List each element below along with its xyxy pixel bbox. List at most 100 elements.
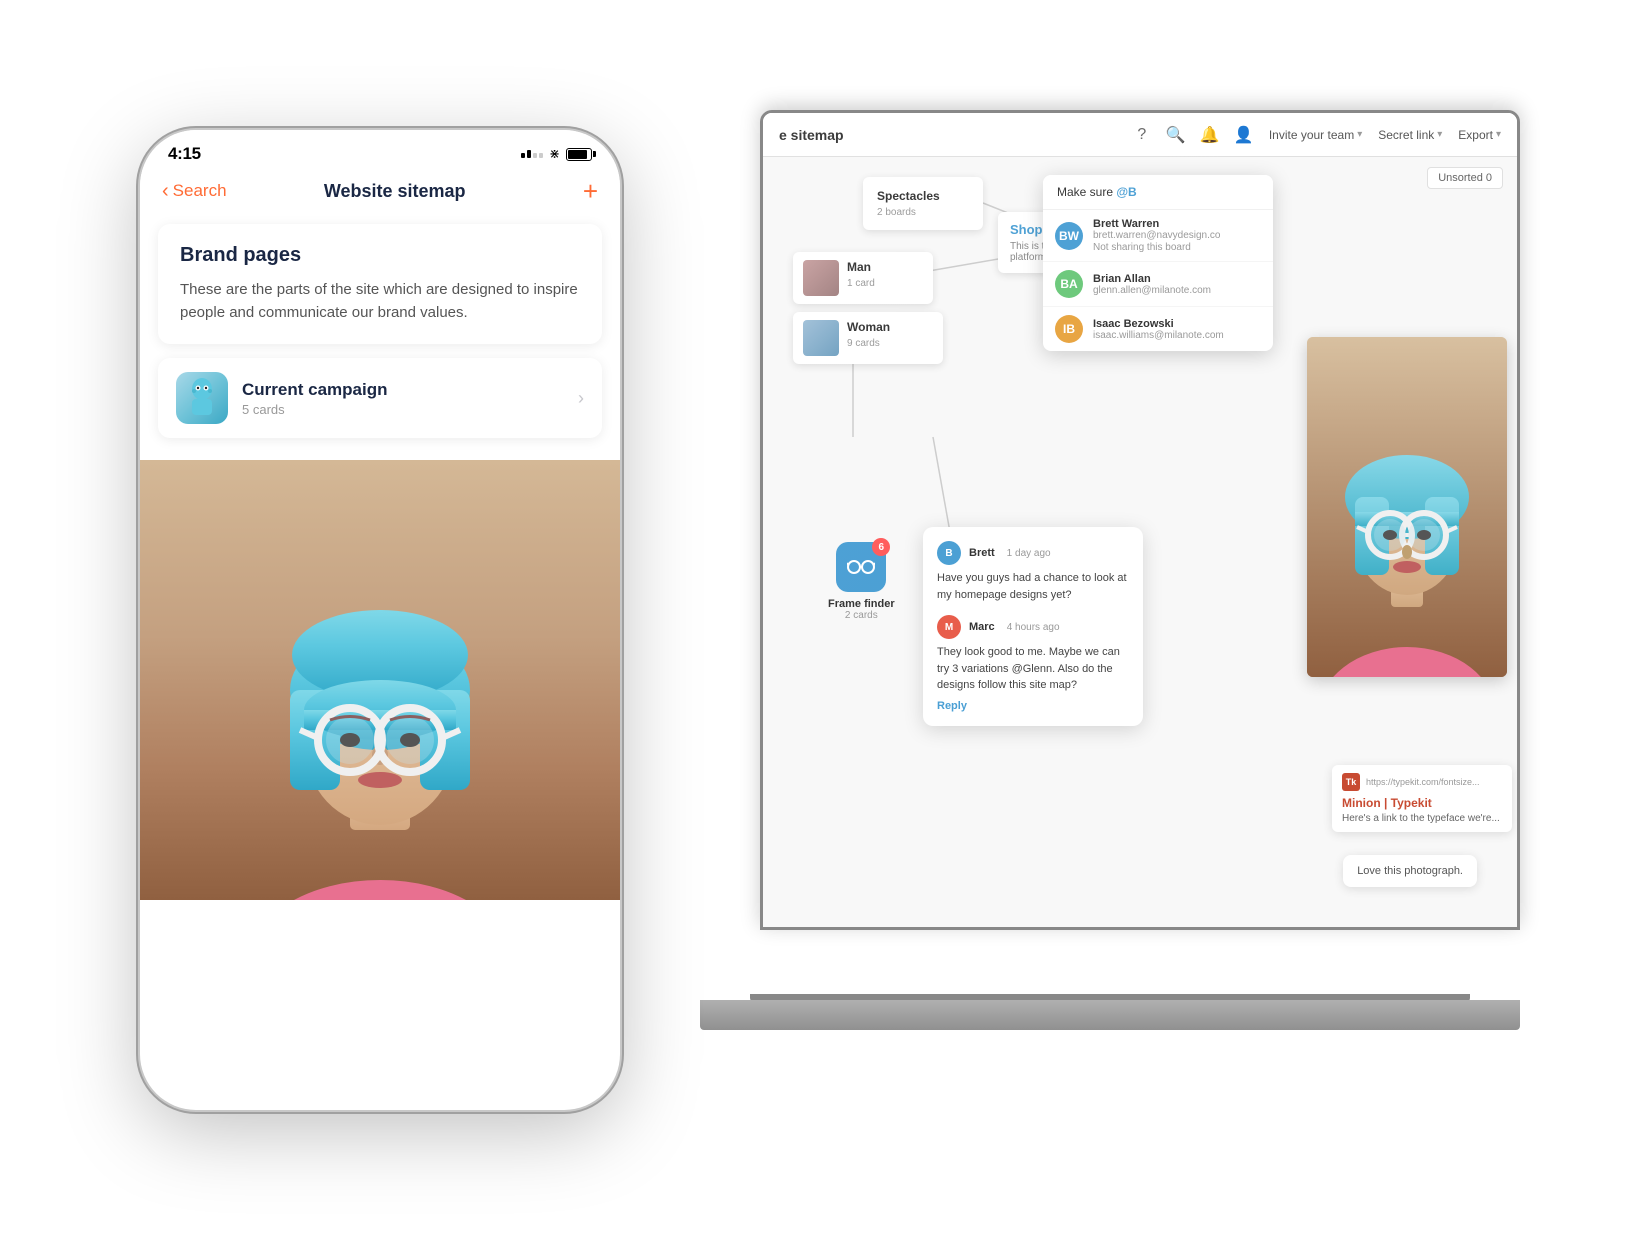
- frame-finder-title: Frame finder: [828, 598, 895, 610]
- brian-name: Brian Allan: [1093, 273, 1211, 285]
- brett-email: brett.warren@navydesign.co: [1093, 230, 1220, 241]
- brand-pages-title: Brand pages: [180, 244, 580, 267]
- laptop-screen: e sitemap ? 🔍 🔔 👤 Invite your team ▾: [760, 110, 1520, 930]
- man-thumbnail: [803, 260, 839, 296]
- current-campaign-item[interactable]: Current campaign 5 cards ›: [158, 358, 602, 438]
- comment-marc-text: They look good to me. Maybe we can try 3…: [937, 644, 1129, 694]
- brand-pages-desc: These are the parts of the site which ar…: [180, 279, 580, 324]
- campaign-avatar: [176, 372, 228, 424]
- chevron-down-icon-3: ▾: [1496, 129, 1501, 140]
- phone-notch: [305, 130, 455, 158]
- man-card[interactable]: Man 1 card: [793, 252, 933, 304]
- comment-reply-button[interactable]: Reply: [937, 700, 1129, 712]
- signal-icon: [521, 150, 543, 158]
- love-photo-text: Love this photograph.: [1357, 865, 1463, 877]
- comment-marc-avatar: M: [937, 615, 961, 639]
- laptop-device: e sitemap ? 🔍 🔔 👤 Invite your team ▾: [700, 110, 1520, 1090]
- isaac-avatar: IB: [1055, 315, 1083, 343]
- phone-status-icons: ⋇: [521, 146, 592, 162]
- comment-brett-name: Brett: [969, 547, 995, 559]
- phone-screen-title: Website sitemap: [207, 181, 583, 202]
- woman-thumbnail: [803, 320, 839, 356]
- laptop-app-title: e sitemap: [779, 127, 844, 143]
- phone-time: 4:15: [168, 144, 201, 164]
- typekit-description: Here's a link to the typeface we're...: [1342, 813, 1502, 824]
- help-icon[interactable]: ?: [1133, 126, 1151, 144]
- mention-item-isaac[interactable]: IB Isaac Bezowski isaac.williams@milanot…: [1043, 307, 1273, 351]
- isaac-name: Isaac Bezowski: [1093, 318, 1224, 330]
- brian-info: Brian Allan glenn.allen@milanote.com: [1093, 273, 1211, 296]
- campaign-subtitle: 5 cards: [242, 402, 564, 417]
- frame-finder-badge: 6: [872, 538, 890, 556]
- comment-marc-name: Marc: [969, 621, 995, 633]
- comment-brett-avatar: B: [937, 541, 961, 565]
- mention-highlight: @B: [1116, 185, 1136, 199]
- spectacles-title: Spectacles: [877, 189, 969, 203]
- laptop-topbar: e sitemap ? 🔍 🔔 👤 Invite your team ▾: [763, 113, 1517, 157]
- man-subtitle: 1 card: [847, 278, 875, 289]
- brand-pages-card: Brand pages These are the parts of the s…: [158, 224, 602, 344]
- comment-marc-time: 4 hours ago: [1007, 622, 1060, 633]
- typekit-url: https://typekit.com/fontsize...: [1366, 777, 1480, 787]
- phone-add-button[interactable]: +: [583, 178, 598, 204]
- spectacles-subtitle: 2 boards: [877, 207, 969, 218]
- comment-marc-header: M Marc 4 hours ago: [937, 615, 1129, 639]
- comment-brett-time: 1 day ago: [1007, 548, 1051, 559]
- notifications-icon[interactable]: 🔔: [1201, 126, 1219, 144]
- isaac-info: Isaac Bezowski isaac.williams@milanote.c…: [1093, 318, 1224, 341]
- frame-finder-subtitle: 2 cards: [828, 610, 895, 621]
- comment-brett-header: B Brett 1 day ago: [937, 541, 1129, 565]
- avatar-figure-icon: [184, 377, 220, 419]
- brett-info: Brett Warren brett.warren@navydesign.co …: [1093, 218, 1220, 253]
- frame-finder-item[interactable]: 6 Frame finder: [828, 542, 895, 621]
- glasses-icon: [847, 559, 875, 575]
- laptop-woman-photo: [1307, 337, 1507, 677]
- brett-name: Brett Warren: [1093, 218, 1220, 230]
- brian-avatar: BA: [1055, 270, 1083, 298]
- mention-item-brett[interactable]: BW Brett Warren brett.warren@navydesign.…: [1043, 210, 1273, 262]
- woman-card[interactable]: Woman 9 cards: [793, 312, 943, 364]
- invite-team-button[interactable]: Invite your team ▾: [1269, 128, 1362, 142]
- battery-icon: [566, 148, 592, 161]
- isaac-email: isaac.williams@milanote.com: [1093, 330, 1224, 341]
- comment-popup: B Brett 1 day ago Have you guys had a ch…: [923, 527, 1143, 726]
- spectacles-card[interactable]: Spectacles 2 boards: [863, 177, 983, 230]
- typekit-card[interactable]: Tk https://typekit.com/fontsize... Minio…: [1332, 765, 1512, 832]
- topbar-actions: ? 🔍 🔔 👤 Invite your team ▾ Secret link ▾: [1133, 126, 1501, 144]
- laptop-base: [700, 1000, 1520, 1030]
- laptop-canvas: Unsorted 0: [763, 157, 1517, 927]
- laptop-screen-inner: e sitemap ? 🔍 🔔 👤 Invite your team ▾: [763, 113, 1517, 927]
- typekit-title: Minion | Typekit: [1342, 796, 1502, 810]
- phone-device: 4:15 ⋇ ‹ Search Website sitemap: [140, 130, 620, 1110]
- typekit-badge: Tk: [1342, 773, 1360, 791]
- mention-input[interactable]: Make sure @B: [1043, 175, 1273, 210]
- chevron-down-icon-2: ▾: [1437, 129, 1442, 140]
- love-photo-caption: Love this photograph.: [1343, 855, 1477, 887]
- chevron-left-icon: ‹: [162, 180, 169, 203]
- comment-brett-text: Have you guys had a chance to look at my…: [937, 570, 1129, 603]
- wifi-icon: ⋇: [549, 146, 560, 162]
- campaign-text: Current campaign 5 cards: [242, 380, 564, 417]
- chevron-right-icon: ›: [578, 388, 584, 409]
- mention-item-brian[interactable]: BA Brian Allan glenn.allen@milanote.com: [1043, 262, 1273, 307]
- search-icon[interactable]: 🔍: [1167, 126, 1185, 144]
- woman-title: Woman: [847, 320, 890, 334]
- phone-photo: [140, 460, 620, 900]
- phone-content: Brand pages These are the parts of the s…: [140, 216, 620, 460]
- campaign-title: Current campaign: [242, 380, 564, 400]
- brett-status: Not sharing this board: [1093, 242, 1220, 253]
- unsorted-button[interactable]: Unsorted 0: [1427, 167, 1503, 189]
- laptop-woman-svg: [1307, 337, 1507, 677]
- secret-link-button[interactable]: Secret link ▾: [1378, 128, 1442, 142]
- woman-photo-svg: [140, 460, 620, 900]
- frame-finder-icon-bg: 6: [836, 542, 886, 592]
- export-button[interactable]: Export ▾: [1458, 128, 1501, 142]
- man-title: Man: [847, 260, 875, 274]
- woman-subtitle: 9 cards: [847, 338, 890, 349]
- comment-marc: M Marc 4 hours ago They look good to me.…: [937, 615, 1129, 712]
- brian-email: glenn.allen@milanote.com: [1093, 285, 1211, 296]
- account-icon[interactable]: 👤: [1235, 126, 1253, 144]
- brett-avatar: BW: [1055, 222, 1083, 250]
- typekit-header: Tk https://typekit.com/fontsize...: [1342, 773, 1502, 791]
- mention-popup: Make sure @B BW Brett Warren brett.warre…: [1043, 175, 1273, 351]
